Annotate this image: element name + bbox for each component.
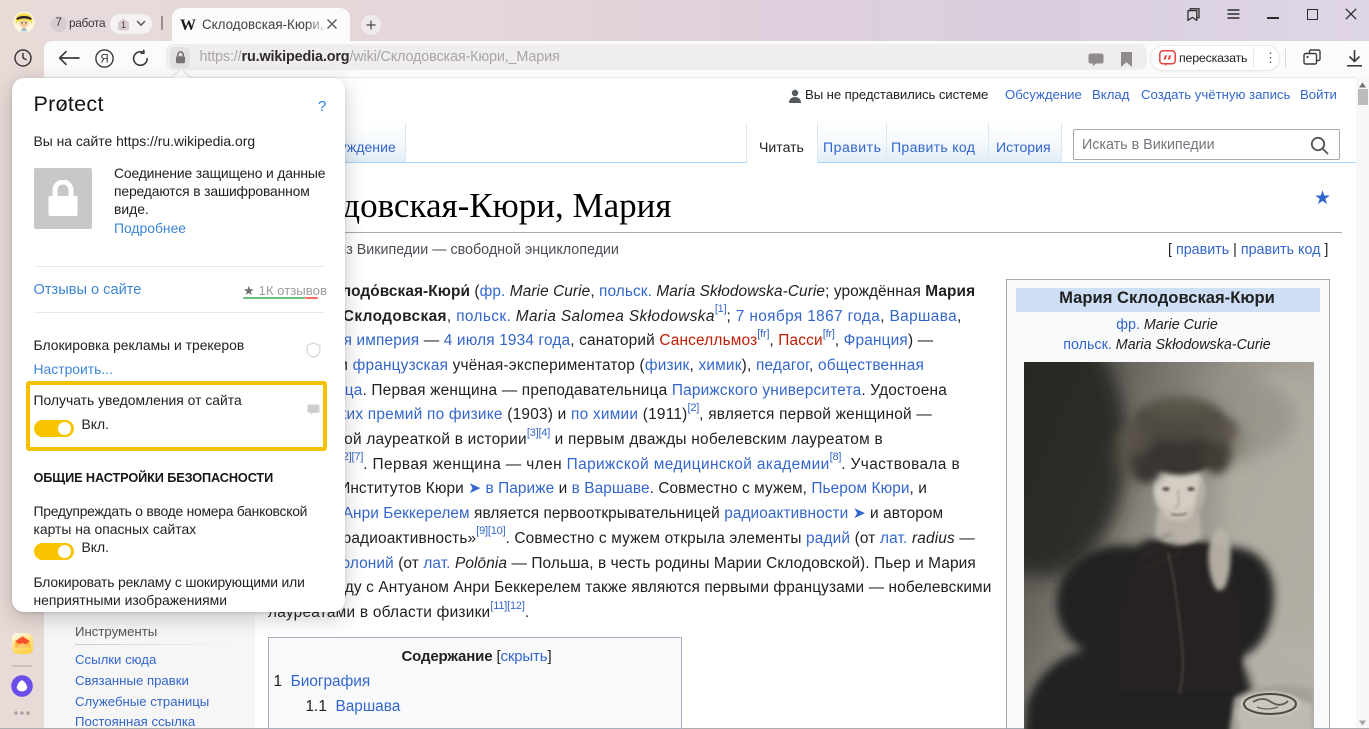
- svg-text:1: 1: [120, 20, 125, 31]
- svg-text:Я: Я: [100, 54, 108, 66]
